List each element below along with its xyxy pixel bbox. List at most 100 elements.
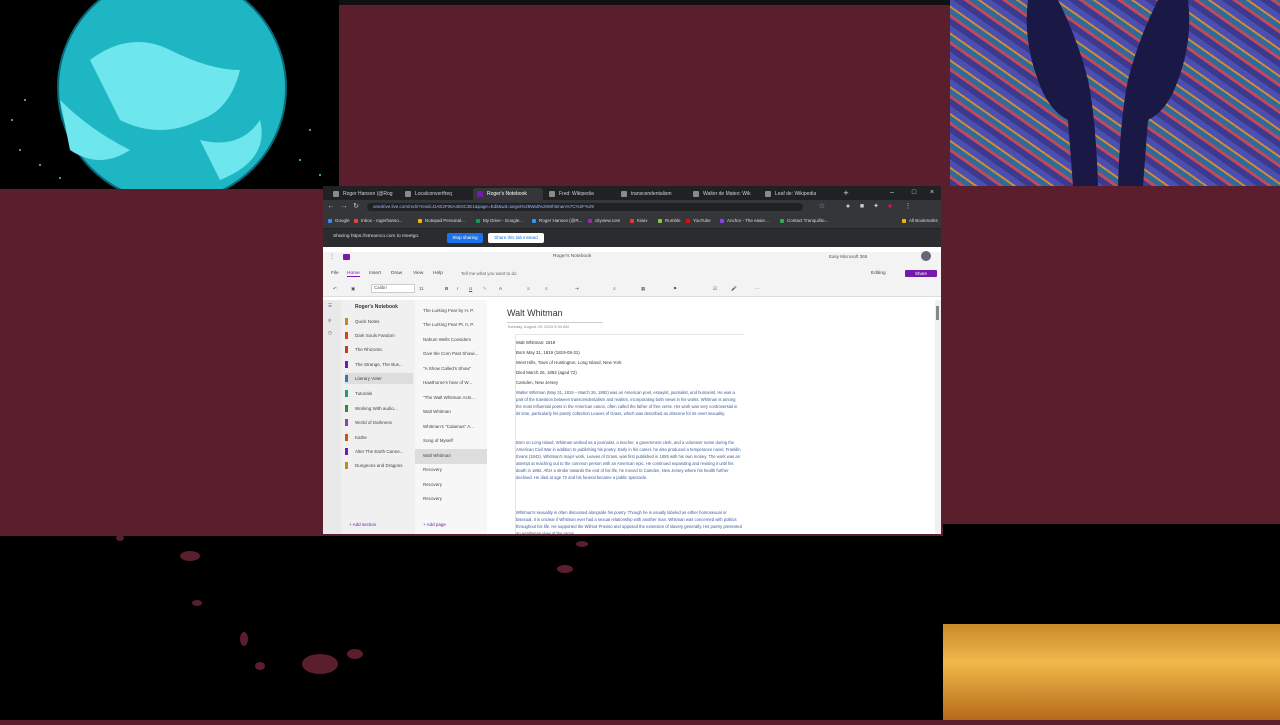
page-item[interactable]: Hawthorne's hear of W... xyxy=(415,376,487,391)
undo-icon[interactable]: ↶ xyxy=(333,286,337,292)
menu-dots-icon[interactable]: ⋮ xyxy=(903,202,913,212)
dictate-icon[interactable]: 🎤 xyxy=(731,286,737,292)
section-item[interactable]: Tutorials xyxy=(345,388,413,399)
bookmark-item[interactable]: cityview.com xyxy=(587,217,620,225)
bookmark-item[interactable]: My Drive - Google... xyxy=(475,217,523,225)
indent-icon[interactable]: ⇥ xyxy=(575,286,579,292)
scrollbar-thumb[interactable] xyxy=(936,306,939,320)
close-icon[interactable]: × xyxy=(925,186,939,200)
numbering-icon[interactable]: ≡ xyxy=(545,286,548,291)
share-this-tab-button[interactable]: Share this tab instead xyxy=(488,233,544,243)
page-canvas[interactable]: Walt Whitman Tuesday, August 29, 2023 9:… xyxy=(487,300,941,534)
bookmark-item[interactable]: Kiwix xyxy=(629,217,648,225)
app-launcher-icon[interactable]: ⋮ xyxy=(327,252,337,262)
bookmark-star-icon[interactable]: ☆ xyxy=(817,202,827,212)
section-item-selected[interactable]: Literary Voter xyxy=(345,373,413,384)
section-item[interactable]: The Rhizomic xyxy=(345,344,413,355)
maximize-icon[interactable]: □ xyxy=(907,186,921,200)
section-item[interactable]: Quick Notes xyxy=(345,316,413,327)
browser-tab[interactable]: Roger Hanson (@Rog xyxy=(329,188,399,200)
share-button[interactable]: Share xyxy=(905,270,937,277)
menu-view[interactable]: View xyxy=(413,271,423,276)
browser-tab[interactable]: transcendentalism xyxy=(617,188,687,200)
bookmark-item[interactable]: YouTube xyxy=(685,217,711,225)
page-item[interactable]: The Lurking Fear by H. P. xyxy=(415,304,487,319)
menu-insert[interactable]: Insert xyxy=(369,271,381,276)
new-tab-button[interactable]: + xyxy=(839,186,853,200)
section-item[interactable]: Alter The Earth Canne... xyxy=(345,446,413,457)
page-item[interactable]: Recovery xyxy=(415,463,487,478)
bookmark-item[interactable]: Anchor - The easie... xyxy=(719,217,769,225)
page-item[interactable]: Walt Whitman xyxy=(415,405,487,420)
note-container[interactable]: Walt Whitman: 1819 Born May 31, 1819 (18… xyxy=(515,334,744,534)
tag-icon[interactable]: ⚑ xyxy=(673,286,677,292)
extension-icon[interactable]: ■ xyxy=(857,202,867,212)
stop-sharing-button[interactable]: Stop sharing xyxy=(447,233,483,243)
add-section-button[interactable]: + Add section xyxy=(349,522,376,527)
browser-tab[interactable]: Localconvertfreq xyxy=(401,188,471,200)
bullets-icon[interactable]: ≡ xyxy=(527,286,530,291)
avatar[interactable] xyxy=(921,251,931,261)
menu-help[interactable]: Help xyxy=(433,271,443,276)
browser-tab[interactable]: Walter de Mateo: Wik xyxy=(689,188,759,200)
section-item[interactable]: The Strange, The Bus... xyxy=(345,359,413,370)
section-item[interactable]: Working With audio... xyxy=(345,403,413,414)
editing-mode[interactable]: Editing xyxy=(871,271,886,276)
bookmark-item[interactable]: Inbox - rogerhanso... xyxy=(353,217,403,225)
add-page-button[interactable]: + Add page xyxy=(423,522,446,527)
browser-tab-active[interactable]: Roger's Notebook xyxy=(473,188,543,200)
bookmark-item[interactable]: Roger Hanson (@R... xyxy=(531,217,582,225)
italic-icon[interactable]: I xyxy=(457,286,458,291)
notebooks-icon[interactable]: ☰ xyxy=(328,303,332,309)
font-color-icon[interactable]: A xyxy=(499,286,502,291)
search-icon[interactable]: ⚲ xyxy=(328,318,331,324)
todo-icon[interactable]: ☑ xyxy=(713,286,717,292)
more-icon[interactable]: ⋯ xyxy=(755,286,760,292)
menu-file[interactable]: File xyxy=(331,271,339,276)
page-item[interactable]: Nahum Wells Considers xyxy=(415,333,487,348)
back-icon[interactable]: ← xyxy=(326,202,336,212)
extension-icon[interactable]: ● xyxy=(843,202,853,212)
underline-icon[interactable]: U xyxy=(469,286,472,291)
extensions-puzzle-icon[interactable]: ✦ xyxy=(871,202,881,212)
menu-home[interactable]: Home xyxy=(347,271,360,277)
page-item[interactable]: The Lurking Fear Pt. II, P. xyxy=(415,318,487,333)
page-item[interactable]: "The Walt Whitman Acts... xyxy=(415,391,487,406)
bookmark-item[interactable]: All Bookmarks xyxy=(901,217,938,225)
page-item[interactable]: Give the Corn Past Showi... xyxy=(415,347,487,362)
page-item-selected[interactable]: Walt Whitman xyxy=(415,449,487,464)
page-item[interactable]: "A Show Called's Show" xyxy=(415,362,487,377)
reload-icon[interactable]: ↻ xyxy=(351,202,361,212)
document-title[interactable]: Roger's Notebook xyxy=(553,254,591,259)
align-icon[interactable]: ≡ xyxy=(613,286,616,291)
notebook-name[interactable]: Roger's Notebook xyxy=(355,304,398,310)
url-field[interactable]: onedrive.live.com/redir?resid=DAE2F06A4E… xyxy=(367,203,803,211)
section-item[interactable]: Dungeons and Dragons xyxy=(345,460,413,471)
bookmark-item[interactable]: Contact Tranquilitо... xyxy=(779,217,828,225)
tell-me-search[interactable]: Tell me what you want to do xyxy=(461,271,517,276)
bookmark-item[interactable]: Google xyxy=(327,217,350,225)
highlight-icon[interactable]: ✎ xyxy=(483,286,487,292)
browser-tab[interactable]: Leaf de: Wikipedia xyxy=(761,188,831,200)
page-scrollbar[interactable] xyxy=(935,300,941,534)
page-item[interactable]: Recovery xyxy=(415,478,487,493)
bookmark-item[interactable]: Notepad Personal... xyxy=(417,217,465,225)
font-size-select[interactable]: 11 xyxy=(419,286,424,291)
minimize-icon[interactable]: – xyxy=(885,186,899,200)
recent-icon[interactable]: ◷ xyxy=(328,330,332,336)
section-item[interactable]: Dark Souls Fandom xyxy=(345,330,413,341)
bookmark-item[interactable]: Rumble xyxy=(657,217,681,225)
page-item[interactable]: Recovery xyxy=(415,492,487,507)
page-item[interactable]: Whitman's "Calamus" A... xyxy=(415,420,487,435)
section-item[interactable]: World of Darkness xyxy=(345,417,413,428)
browser-tab[interactable]: Fred: Wikipedia xyxy=(545,188,615,200)
bold-icon[interactable]: B xyxy=(445,286,448,291)
menu-draw[interactable]: Draw xyxy=(391,271,402,276)
styles-icon[interactable]: ▦ xyxy=(641,286,645,292)
page-item[interactable]: Song of Myself xyxy=(415,434,487,449)
font-select[interactable]: Calibri xyxy=(371,284,415,293)
forward-icon[interactable]: → xyxy=(339,202,349,212)
user-name[interactable]: Easy Microsoft 365 xyxy=(829,254,867,259)
section-item[interactable]: Kathe xyxy=(345,432,413,443)
profile-icon[interactable]: ● xyxy=(885,202,895,212)
